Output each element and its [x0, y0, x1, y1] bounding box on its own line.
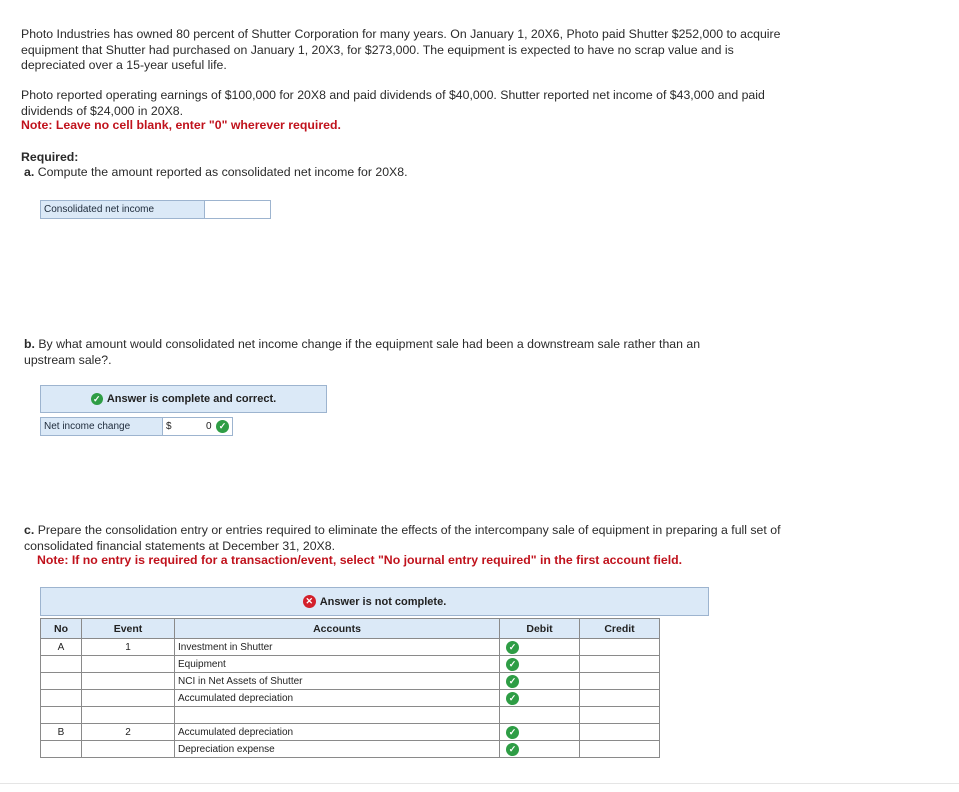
row-credit-input[interactable] — [579, 706, 660, 724]
row-no: B — [40, 723, 82, 741]
row-credit-input[interactable] — [579, 689, 660, 707]
table-row: B 2 Accumulated depreciation ✓ — [40, 723, 660, 741]
check-circle-icon: ✓ — [506, 658, 519, 671]
answer-status-banner-c: ✕ Answer is not complete. — [40, 587, 709, 616]
table-row: A 1 Investment in Shutter ✓ — [40, 638, 660, 656]
consolidated-net-income-input[interactable] — [204, 200, 271, 219]
question-b-letter: b. — [24, 337, 35, 351]
account-text: Depreciation expense — [178, 743, 275, 755]
question-c-text: Prepare the consolidation entry or entri… — [24, 523, 781, 553]
problem-paragraph-1: Photo Industries has owned 80 percent of… — [21, 27, 781, 72]
check-circle-icon: ✓ — [506, 675, 519, 688]
row-event-select[interactable] — [81, 672, 175, 690]
answer-status-text-c: Answer is not complete. — [319, 595, 447, 608]
table-row — [40, 706, 660, 724]
table-row: NCI in Net Assets of Shutter ✓ — [40, 672, 660, 690]
header-debit: Debit — [499, 618, 580, 639]
row-credit-input[interactable] — [579, 638, 660, 656]
account-text: Investment in Shutter — [178, 641, 273, 653]
question-b: b. By what amount would consolidated net… — [24, 337, 744, 368]
check-circle-icon: ✓ — [506, 641, 519, 654]
journal-entry-table: No Event Accounts Debit Credit A 1 Investm… — [40, 618, 660, 758]
table-row: Equipment ✓ — [40, 655, 660, 673]
row-credit-input[interactable] — [579, 740, 660, 758]
row-account-select[interactable]: Accumulated depreciation ✓ — [174, 723, 519, 741]
required-heading: Required: — [21, 150, 79, 164]
net-income-change-input[interactable]: $ 0 ✓ — [162, 417, 233, 436]
row-no — [40, 672, 82, 690]
problem-note: Note: Leave no cell blank, enter "0" whe… — [21, 118, 341, 132]
question-c-note: Note: If no entry is required for a tran… — [37, 553, 683, 567]
answer-status-text-b: Answer is complete and correct. — [106, 393, 277, 405]
row-no — [40, 655, 82, 673]
row-no — [40, 740, 82, 758]
header-credit: Credit — [579, 618, 660, 639]
row-event-select[interactable] — [81, 655, 175, 673]
row-event-select[interactable] — [81, 689, 175, 707]
question-c: c. Prepare the consolidation entry or en… — [24, 523, 784, 554]
check-circle-icon: ✓ — [506, 692, 519, 705]
check-circle-icon: ✓ — [506, 726, 519, 739]
row-account-select[interactable]: Equipment ✓ — [174, 655, 519, 673]
table-row: Depreciation expense ✓ — [40, 740, 660, 758]
check-circle-icon: ✓ — [90, 393, 103, 405]
net-income-change-value: 0 — [206, 421, 212, 432]
row-account-select[interactable]: Accumulated depreciation ✓ — [174, 689, 519, 707]
account-text: Accumulated depreciation — [178, 726, 294, 738]
row-account-select[interactable]: Investment in Shutter ✓ — [174, 638, 519, 656]
problem-paragraph-2: Photo reported operating earnings of $10… — [21, 88, 765, 118]
row-account-select[interactable]: NCI in Net Assets of Shutter ✓ — [174, 672, 519, 690]
row-debit-input[interactable] — [499, 706, 580, 724]
question-b-text: By what amount would consolidated net in… — [24, 337, 701, 367]
row-no — [40, 689, 82, 707]
question-a: a. Compute the amount reported as consol… — [24, 165, 784, 181]
check-circle-icon: ✓ — [216, 420, 229, 433]
row-credit-input[interactable] — [579, 723, 660, 741]
header-no: No — [40, 618, 82, 639]
row-credit-input[interactable] — [579, 655, 660, 673]
question-c-letter: c. — [24, 523, 35, 537]
row-credit-input[interactable] — [579, 672, 660, 690]
question-a-text: Compute the amount reported as consolida… — [37, 165, 408, 179]
row-no: A — [40, 638, 82, 656]
row-event-select[interactable]: 2 — [81, 723, 175, 741]
account-text: Accumulated depreciation — [178, 692, 294, 704]
account-text: NCI in Net Assets of Shutter — [178, 675, 303, 687]
row-no — [40, 706, 82, 724]
table-row: Accumulated depreciation ✓ — [40, 689, 660, 707]
divider — [0, 783, 959, 784]
account-text: Equipment — [178, 658, 226, 670]
row-event-select[interactable] — [81, 706, 175, 724]
table-header-row: No Event Accounts Debit Credit — [40, 618, 660, 639]
consolidated-net-income-label: Consolidated net income — [40, 200, 205, 219]
row-account-select[interactable] — [174, 706, 500, 724]
header-accounts: Accounts — [174, 618, 500, 639]
row-event-select[interactable] — [81, 740, 175, 758]
check-circle-icon: ✓ — [506, 743, 519, 756]
header-event: Event — [81, 618, 175, 639]
question-a-letter: a. — [24, 165, 35, 179]
row-account-select[interactable]: Depreciation expense ✓ — [174, 740, 519, 758]
net-income-change-label: Net income change — [40, 417, 163, 436]
answer-status-banner-b: ✓ Answer is complete and correct. — [40, 385, 327, 413]
x-circle-icon: ✕ — [302, 595, 316, 608]
currency-symbol: $ — [166, 421, 172, 432]
row-event-select[interactable]: 1 — [81, 638, 175, 656]
